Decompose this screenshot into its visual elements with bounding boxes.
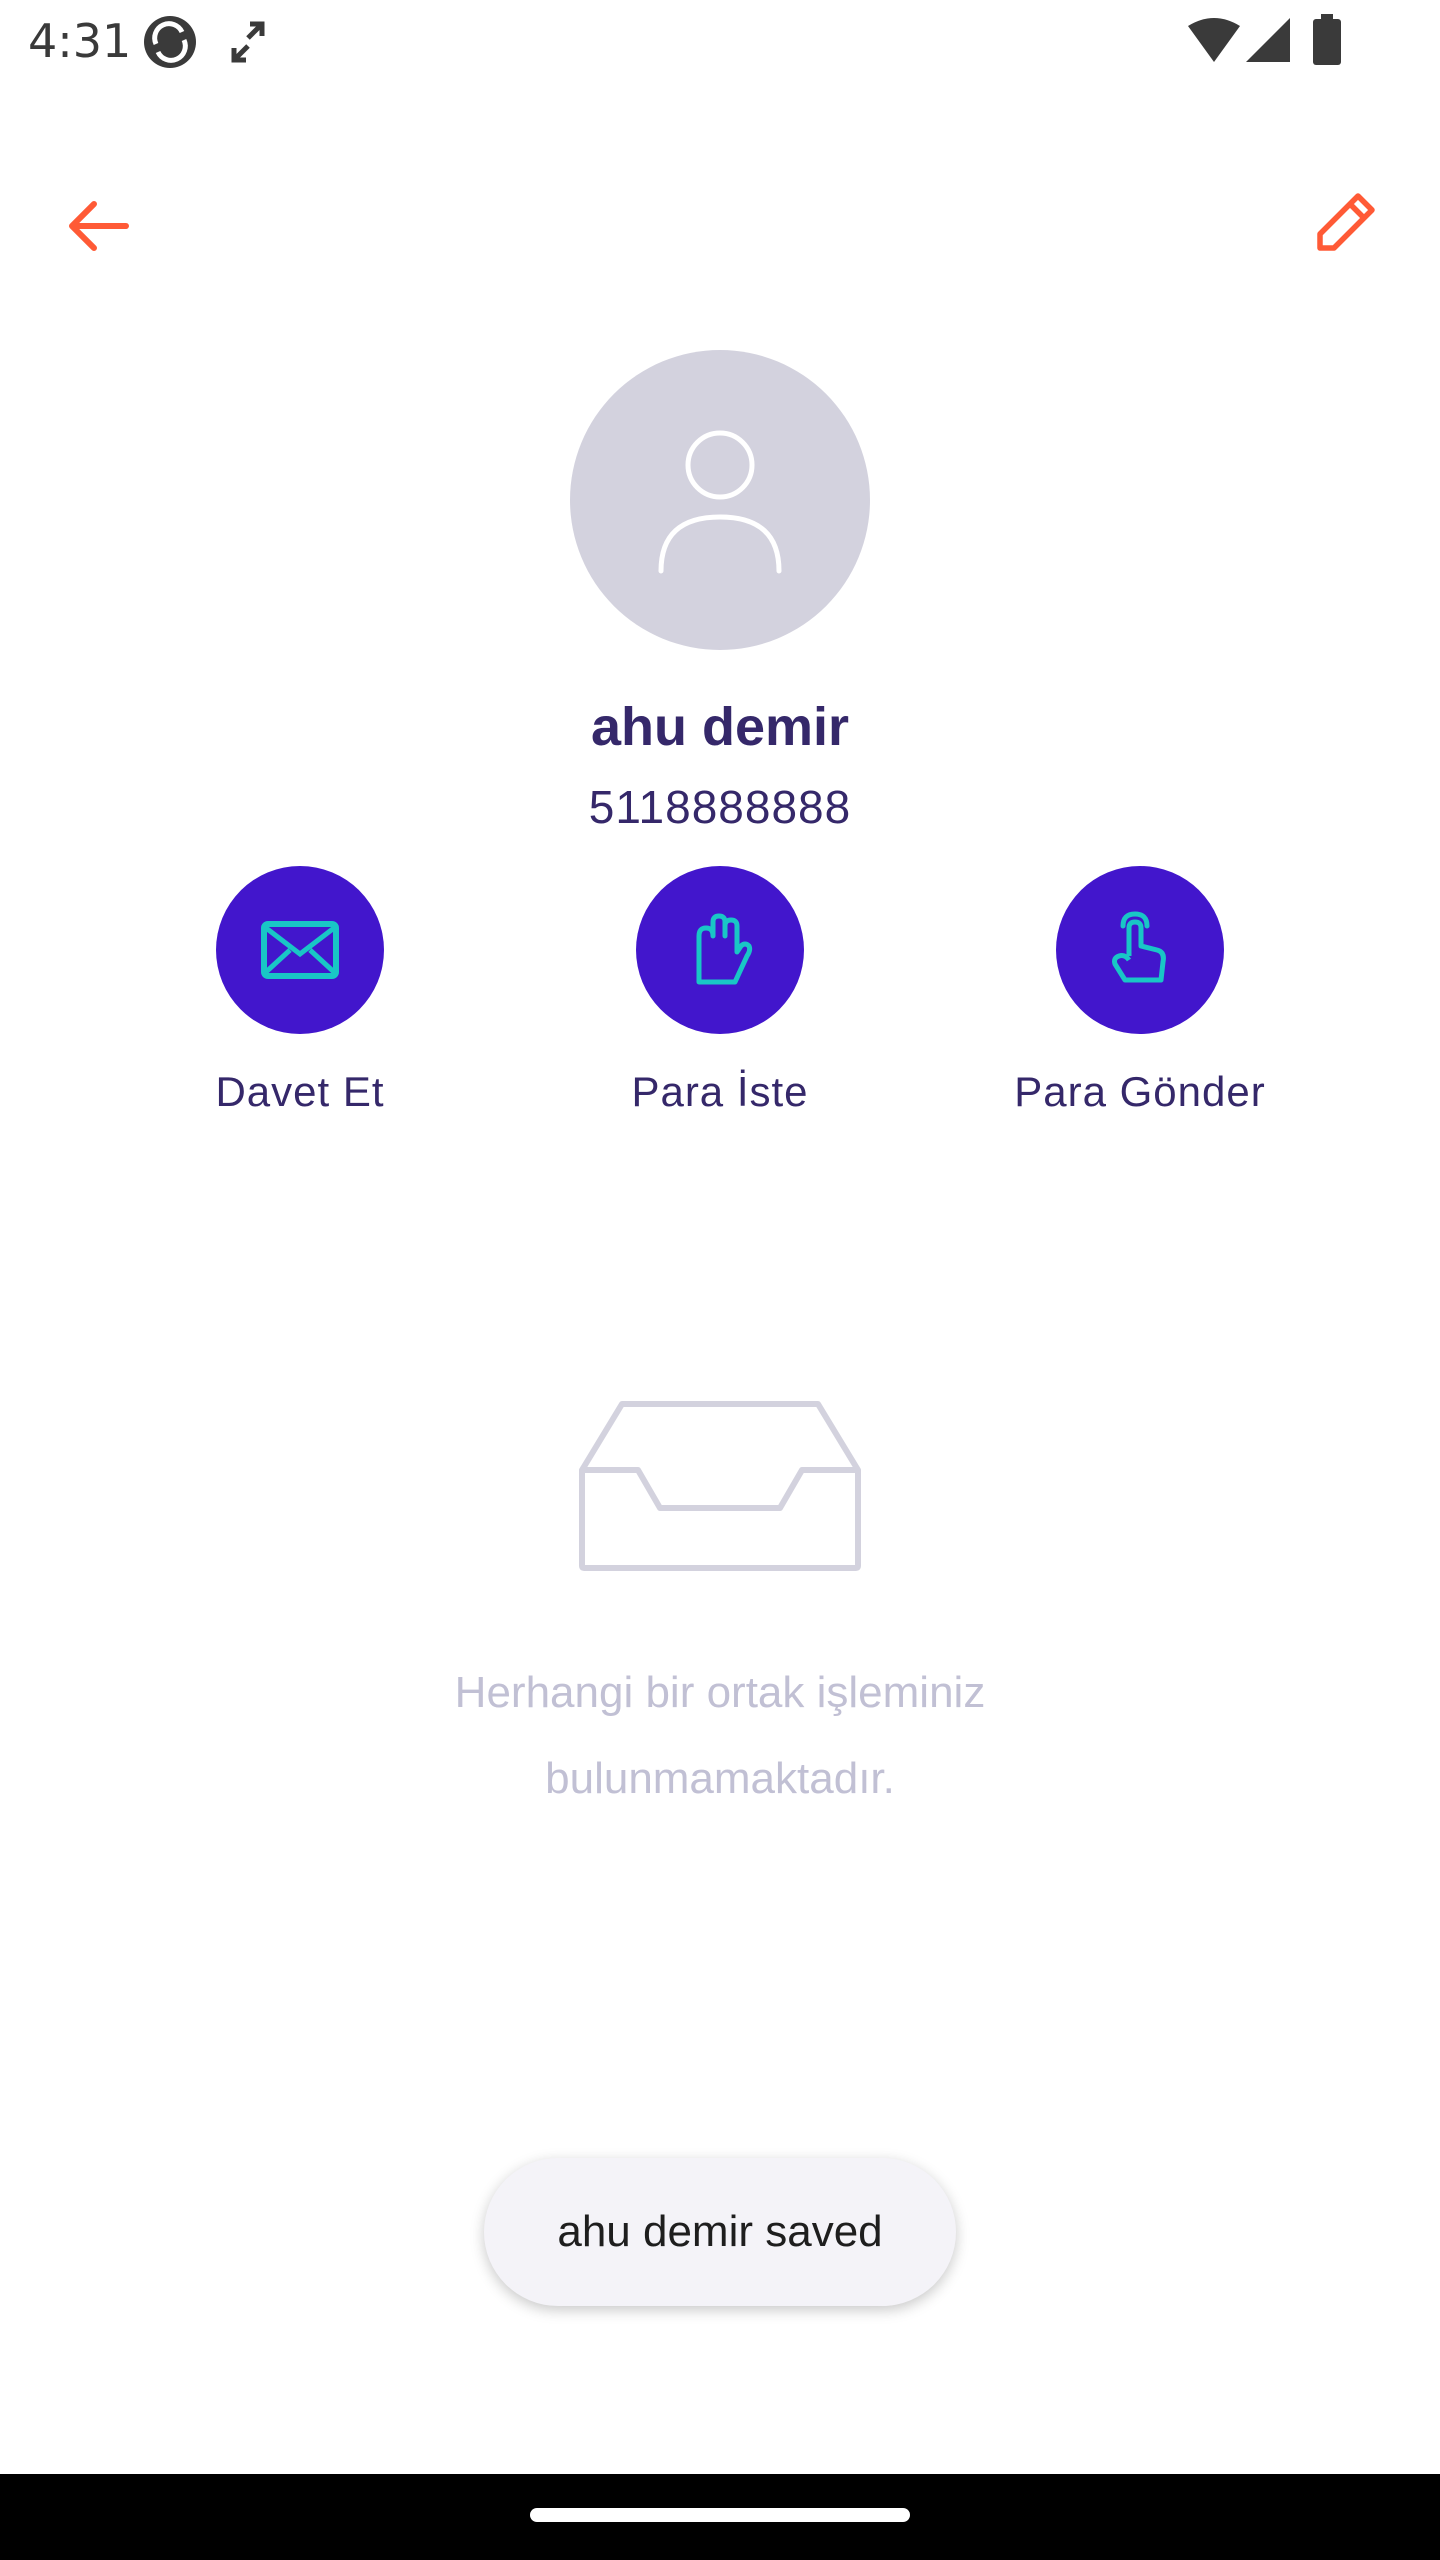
wifi-icon (1188, 18, 1240, 62)
empty-state-line-1: Herhangi bir ortak işleminiz (454, 1668, 986, 1717)
cellular-signal-icon (1246, 18, 1290, 62)
hand-stop-icon (696, 913, 753, 985)
avatar (570, 350, 870, 650)
request-money-button[interactable]: Para İste (540, 866, 900, 1116)
contact-name: ahu demir (590, 697, 850, 757)
app-header (0, 150, 1440, 270)
toast: ahu demir saved (484, 2158, 956, 2306)
contact-phone: 5118888888 (588, 781, 852, 833)
send-money-button[interactable]: Para Gönder (960, 866, 1320, 1116)
hand-pointer-icon (1112, 911, 1166, 983)
arrow-left-icon (69, 201, 129, 251)
invite-icon-circle (216, 866, 384, 1034)
pencil-icon (1317, 193, 1375, 251)
request-money-icon-circle (636, 866, 804, 1034)
request-money-label: Para İste (631, 1068, 809, 1115)
send-money-icon-circle (1056, 866, 1224, 1034)
send-money-label: Para Gönder (1014, 1068, 1266, 1115)
empty-state-line-2: bulunmamaktadır. (545, 1754, 895, 1803)
envelope-icon (261, 921, 339, 979)
edit-button[interactable] (1300, 176, 1392, 268)
status-bar: 4:31 (0, 0, 1440, 84)
user-icon (658, 430, 782, 574)
home-indicator[interactable] (530, 2508, 910, 2522)
empty-state-message: Herhangi bir ortak işleminiz bulunmamakt… (0, 1650, 1440, 1822)
sync-app-icon (144, 16, 196, 68)
invite-button[interactable]: Davet Et (120, 866, 480, 1116)
battery-icon (1313, 14, 1341, 65)
expand-icon (231, 21, 265, 63)
back-button[interactable] (52, 180, 144, 272)
navigation-bar (0, 2474, 1440, 2560)
status-time: 4:31 (28, 14, 132, 68)
invite-label: Davet Et (215, 1068, 385, 1115)
inbox-tray-icon (579, 1401, 861, 1571)
